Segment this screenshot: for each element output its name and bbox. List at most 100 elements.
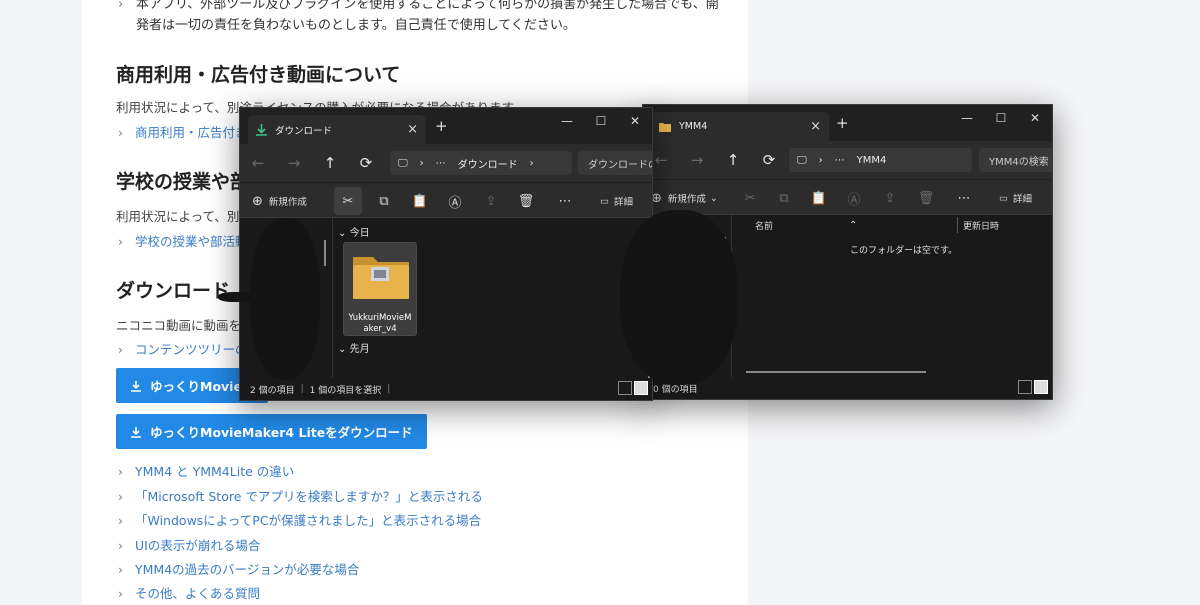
refresh-icon[interactable]: ⟳ [348, 154, 384, 172]
details-view-icon[interactable] [618, 381, 632, 395]
link-ui-broken[interactable]: › UIの表示が崩れる場合 [118, 535, 260, 554]
more-icon[interactable]: ⋯ [554, 183, 576, 219]
address-bar-row: ← → ↑ ⟳ 🖵 › ⋯ ダウンロード › ダウンロードの検 [240, 144, 652, 182]
address-bar-row: ← → ↑ ⟳ 🖵 › ⋯ YMM4 YMM4の検索 [643, 141, 1052, 179]
section-heading-download: ダウンロード [116, 280, 231, 302]
disclaimer-note: › 本アプリ、外部ツール及びプラグインを使用することによって何らかの損害が発生し… [118, 0, 728, 36]
new-button[interactable]: ⊕ 新規作成 [252, 183, 307, 219]
column-header-date[interactable]: 更新日時 [963, 215, 999, 235]
address-field[interactable]: 🖵 › ⋯ ダウンロード › [390, 151, 572, 175]
download-icon [256, 123, 267, 136]
link-content-tree[interactable]: › コンテンツツリーの [118, 339, 248, 358]
folder-item-ymm4[interactable]: YukkuriMovieMaker_v4 [343, 242, 417, 336]
chevron-right-icon: › [419, 157, 424, 169]
up-arrow-icon[interactable]: ↑ [312, 154, 348, 172]
forward-arrow-icon[interactable]: → [276, 154, 312, 172]
maximize-icon[interactable]: ☐ [984, 111, 1018, 125]
up-arrow-icon[interactable]: ↑ [715, 151, 751, 169]
cut-icon[interactable]: ✂ [739, 180, 761, 216]
pane-divider [332, 218, 333, 378]
window-controls: — ☐ ✕ [550, 114, 652, 128]
chevron-right-icon: › [118, 342, 123, 357]
close-icon[interactable]: ✕ [618, 114, 652, 128]
close-icon[interactable]: ✕ [1018, 111, 1052, 125]
tab-ymm4[interactable]: YMM4 × [651, 112, 829, 141]
chevron-down-icon: ⌄ [338, 344, 347, 355]
redaction-scribble [218, 292, 258, 302]
back-arrow-icon[interactable]: ← [240, 154, 276, 172]
new-tab-icon[interactable]: + [435, 117, 448, 135]
rename-icon[interactable]: Ⓐ [444, 183, 466, 219]
section-heading-commercial: 商用利用・広告付き動画について [116, 64, 401, 86]
link-microsoft-store[interactable]: › 「Microsoft Store でアプリを検索しますか？」と表示される [118, 486, 483, 505]
chevron-right-icon: › [118, 586, 123, 601]
share-icon[interactable]: ⇪ [879, 180, 901, 216]
tab-downloads[interactable]: ダウンロード × [248, 115, 426, 144]
status-bar: 0 個の項目 [643, 377, 1052, 399]
chevron-right-icon: › [818, 154, 823, 166]
chevron-right-icon: › [118, 562, 123, 577]
section-heading-school: 学校の授業や部 [116, 171, 250, 193]
folder-icon [353, 257, 409, 299]
delete-icon[interactable]: 🗑 [515, 183, 537, 219]
forward-arrow-icon[interactable]: → [679, 151, 715, 169]
link-commercial[interactable]: › 商用利用・広告付き [118, 122, 248, 141]
minimize-icon[interactable]: — [550, 114, 584, 128]
column-header-name[interactable]: 名前 [755, 215, 773, 235]
address-field[interactable]: 🖵 › ⋯ YMM4 [789, 148, 972, 172]
tab-bar: ダウンロード × + — ☐ ✕ [240, 108, 652, 144]
tiles-view-icon[interactable] [634, 381, 648, 395]
rename-icon[interactable]: Ⓐ [843, 180, 865, 216]
redaction-scribble [620, 210, 738, 385]
chevron-right-icon: › [118, 0, 124, 12]
link-school[interactable]: › 学校の授業や部活動 [118, 231, 248, 250]
view-toggle [618, 381, 648, 395]
minimize-icon[interactable]: — [950, 111, 984, 125]
paste-icon[interactable]: 📋 [409, 183, 431, 219]
details-view-icon[interactable] [1018, 380, 1032, 394]
download-icon [131, 426, 141, 438]
chevron-right-icon: › [118, 125, 123, 140]
horizontal-scrollbar[interactable] [746, 371, 926, 373]
more-icon[interactable]: ⋯ [953, 180, 975, 216]
close-tab-icon[interactable]: × [407, 122, 418, 137]
sort-caret-icon: ⌃ [849, 219, 858, 231]
cut-icon[interactable]: ✂ [334, 187, 362, 215]
link-old-versions[interactable]: › YMM4の過去のバージョンが必要な場合 [118, 559, 359, 578]
close-tab-icon[interactable]: × [810, 119, 821, 134]
delete-icon[interactable]: 🗑 [915, 180, 937, 216]
group-last-month[interactable]: ⌄ 先月 [338, 340, 370, 355]
folder-icon [659, 122, 671, 132]
monitor-icon: 🖵 [398, 157, 408, 169]
column-divider [957, 217, 958, 233]
link-faq[interactable]: › その他、よくある質問 [118, 583, 260, 602]
nav-scrollbar[interactable] [324, 240, 326, 266]
link-ymm4-vs-lite[interactable]: › YMM4 と YMM4Lite の違い [118, 461, 294, 480]
new-tab-icon[interactable]: + [836, 114, 849, 132]
window-controls: — ☐ ✕ [950, 111, 1052, 125]
tiles-view-icon[interactable] [1034, 380, 1048, 394]
group-today[interactable]: ⌄ 今日 [338, 224, 370, 239]
search-field[interactable]: ダウンロードの検 [578, 151, 652, 175]
details-button[interactable]: ▭ 詳細 [600, 183, 633, 219]
chevron-right-icon: › [118, 464, 123, 479]
plus-icon: ⊕ [252, 193, 263, 209]
download-icon [131, 380, 141, 392]
chevron-right-icon: › [118, 234, 123, 249]
maximize-icon[interactable]: ☐ [584, 114, 618, 128]
redaction-scribble [250, 218, 320, 380]
details-button[interactable]: ▭ 詳細 [999, 180, 1032, 216]
copy-icon[interactable]: ⧉ [373, 183, 395, 219]
copy-icon[interactable]: ⧉ [773, 180, 795, 216]
view-toggle [1018, 380, 1048, 394]
download-ymm4-lite-button[interactable]: ゆっくりMovieMaker4 Liteをダウンロード [116, 414, 427, 449]
status-bar: 2 個の項目 | 1 個の項目を選択 | [240, 378, 652, 400]
share-icon[interactable]: ⇪ [480, 183, 502, 219]
chevron-right-icon: › [118, 538, 123, 553]
refresh-icon[interactable]: ⟳ [751, 151, 787, 169]
section-text-download: ニコニコ動画に動画を [116, 318, 242, 333]
paste-icon[interactable]: 📋 [808, 180, 830, 216]
search-field[interactable]: YMM4の検索 [979, 148, 1052, 172]
chevron-right-icon: › [118, 489, 123, 504]
link-windows-protected[interactable]: › 「WindowsによってPCが保護されました」と表示される場合 [118, 510, 481, 529]
